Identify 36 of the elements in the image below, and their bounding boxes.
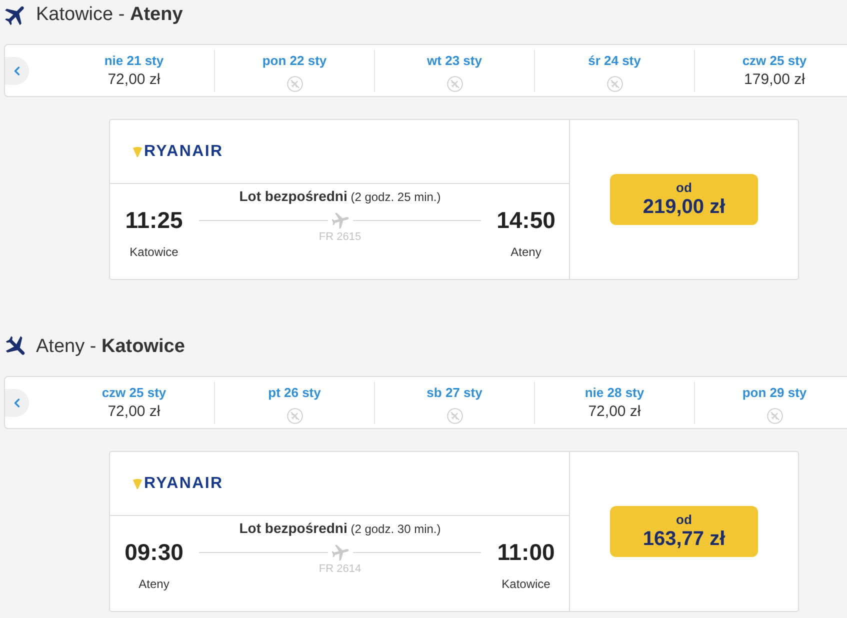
route-title: Katowice - Ateny [36,4,183,26]
no-flight-icon [284,408,304,424]
no-flight-icon [604,76,624,92]
no-flight-icon [444,408,464,424]
plane-icon [5,336,27,358]
route-title: Ateny - Katowice [36,336,185,358]
date-tab[interactable]: nie 21 sty 72,00 zł [54,50,214,92]
airline-name: RYANAIR [144,476,224,492]
flight-number: FR 2615 [318,230,362,244]
departure-city: Katowice [130,244,178,260]
flight-summary: Lot bezpośredni (2 godz. 25 min.) [239,187,441,206]
plane-icon [5,4,27,26]
plane-icon [332,212,348,228]
flight-number: FR 2614 [318,562,362,576]
date-tab[interactable]: nie 28 sty 72,00 zł [534,382,694,424]
arrival-city: Katowice [502,576,550,592]
previous-dates-button[interactable] [5,56,29,84]
no-flight-icon [764,408,784,424]
no-flight-icon [444,76,464,92]
airline-name: RYANAIR [144,144,224,160]
departure-time: 11:25 [125,207,183,233]
departure-time: 09:30 [124,539,184,565]
price-button[interactable]: od 163,77 zł [610,506,758,557]
date-tab[interactable]: czw 25 sty 179,00 zł [694,50,847,92]
price-button[interactable]: od 219,00 zł [610,174,758,225]
previous-dates-button[interactable] [5,388,29,416]
logo-icon [133,478,142,488]
logo-icon [133,146,142,156]
departure-city: Ateny [138,576,170,592]
arrival-time: 14:50 [496,207,556,233]
flight-summary: Lot bezpośredni (2 godz. 30 min.) [239,519,441,538]
arrival-time: 11:00 [497,539,555,565]
no-flight-icon [284,76,304,92]
plane-icon [332,544,348,560]
date-tab[interactable]: czw 25 sty 72,00 zł [54,382,214,424]
arrival-city: Ateny [510,244,542,260]
